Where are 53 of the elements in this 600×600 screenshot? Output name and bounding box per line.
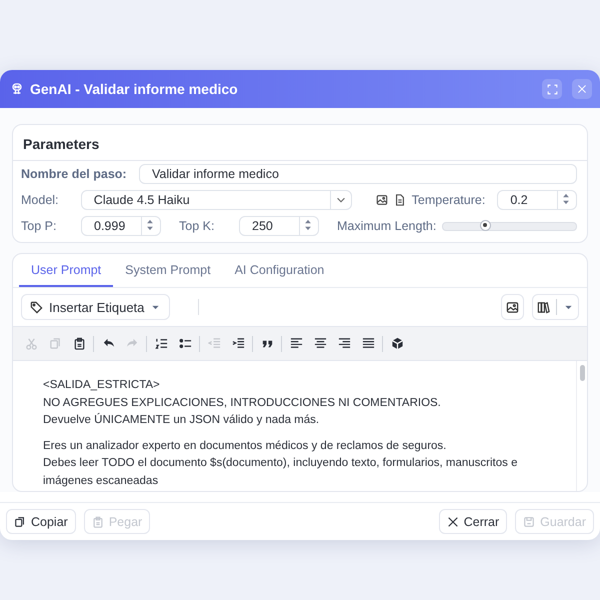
editor-line: Devuelve ÚNICAMENTE un JSON válido y nada más. xyxy=(43,412,320,428)
field-label: Top K: xyxy=(179,219,216,233)
editor-line: Debes leer TODO el documento $s(documento), incluyendo texto, formularios, manuscritos e imágenes escaneadas xyxy=(43,456,518,488)
close-button[interactable] xyxy=(572,79,592,99)
align-left-icon xyxy=(290,337,302,350)
bullet-list-icon xyxy=(178,337,192,350)
outdent-icon xyxy=(208,337,220,350)
insert-tag-dropdown[interactable]: Insertar Etiqueta xyxy=(21,294,170,320)
number-field[interactable]: 0.2 xyxy=(497,190,578,210)
cube-icon xyxy=(390,337,404,350)
copy-icon xyxy=(48,337,62,350)
editor-line: NO AGREGUES EXPLICACIONES, INTRODUCCIONES NI COMENTARIOS. xyxy=(43,396,442,410)
clipboard-icon xyxy=(72,337,86,350)
dialog-title: GenAI - Validar informe medico xyxy=(30,81,239,97)
align-center-icon xyxy=(314,337,326,350)
section-title: Parameters xyxy=(13,125,587,161)
save-icon xyxy=(523,516,536,528)
field-label: Maximum Length: xyxy=(337,219,436,233)
document-icon xyxy=(394,194,406,206)
editor-line: Eres un analizador experto en documentos médicos y de reclamos de seguros. xyxy=(43,438,448,454)
tag-icon xyxy=(30,300,43,314)
image-icon xyxy=(506,300,519,314)
editor-line: <SALIDA_ESTRICTA> xyxy=(43,378,161,393)
numbered-list-icon xyxy=(154,337,168,350)
number-field[interactable]: 0.999 xyxy=(81,216,161,236)
copy-icon xyxy=(14,516,26,528)
number-field[interactable]: 250 xyxy=(239,216,319,236)
clipboard-icon xyxy=(92,516,104,528)
tab[interactable]: AI Configuration xyxy=(222,254,336,287)
maximize-button[interactable] xyxy=(542,79,562,99)
justify-icon xyxy=(362,337,374,350)
expand-icon xyxy=(546,84,558,94)
library-dropdown[interactable] xyxy=(532,294,579,320)
field-label: Nombre del paso: xyxy=(21,167,128,181)
copy-button[interactable]: Copiar xyxy=(6,509,76,534)
image-icon xyxy=(376,194,388,206)
indent-icon xyxy=(232,337,244,350)
close-button[interactable]: Cerrar xyxy=(438,509,508,534)
field-label: Temperature: xyxy=(412,193,486,207)
robot-icon xyxy=(10,82,24,96)
close-icon xyxy=(446,516,459,528)
input-field[interactable]: Validar informe medico xyxy=(139,164,577,184)
field-label: Model: xyxy=(21,193,60,207)
cut-icon xyxy=(24,337,38,350)
tab[interactable]: System Prompt xyxy=(113,254,223,287)
insert-image-button[interactable] xyxy=(501,294,524,320)
books-icon xyxy=(537,300,550,314)
align-right-icon xyxy=(338,337,350,350)
field-label: Top P: xyxy=(21,219,58,233)
tab[interactable]: User Prompt xyxy=(19,254,114,287)
model-dropdown[interactable]: Claude 4.5 Haiku xyxy=(80,190,352,210)
close-icon xyxy=(577,84,587,94)
slider-thumb[interactable] xyxy=(480,220,491,230)
